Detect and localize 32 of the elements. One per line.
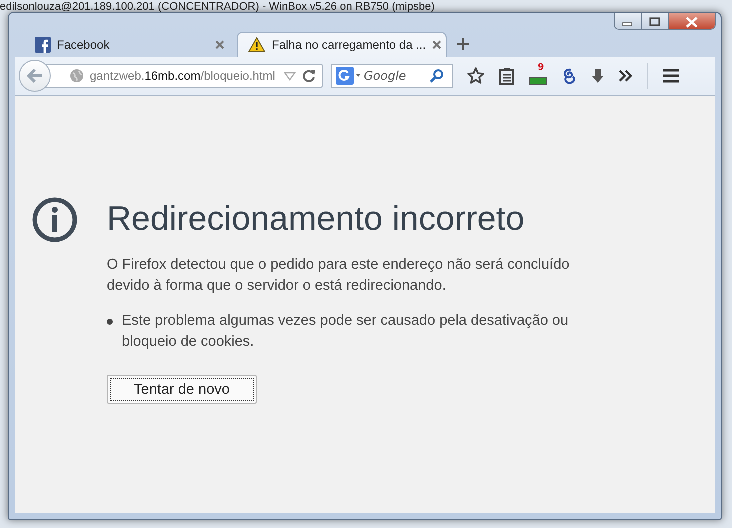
search-engine-icon[interactable] (336, 67, 362, 85)
maximize-icon (649, 17, 661, 27)
error-title: Redirecionamento incorreto (107, 199, 526, 239)
search-bar[interactable]: Google (331, 64, 453, 88)
close-button[interactable] (669, 13, 715, 29)
globe-icon (70, 69, 84, 83)
reload-icon[interactable] (302, 69, 316, 83)
info-icon (32, 197, 78, 243)
minimize-button[interactable] (615, 13, 642, 29)
clipboard-list-icon[interactable] (499, 67, 515, 85)
bookmark-star-icon[interactable] (467, 67, 485, 85)
new-tab-icon[interactable] (457, 38, 469, 50)
background-window-title: edilsonlouza@201.189.100.201 (CONCENTRADOR) - WinBox v5.26 on RB750 (mipsbe) (0, 0, 435, 15)
error-description: O Firefox detectou que o pedido para este endereço não será concluído devido à forma que o servidor o está redirecionando. (107, 256, 571, 296)
addon-count: 9 (538, 63, 544, 73)
close-tab-icon[interactable] (215, 40, 225, 50)
download-icon[interactable] (591, 68, 605, 84)
error-hint: Este problema algumas vezes pode ser causado pela desativação ou bloqueio de cookies. (122, 312, 570, 352)
browser-tab[interactable]: Facebook (25, 32, 235, 57)
swirl-icon[interactable] (561, 67, 577, 85)
menu-icon[interactable] (662, 68, 680, 84)
close-icon (685, 16, 699, 28)
facebook-icon (35, 36, 51, 52)
browser-tab[interactable]: Falha no carregamento da ... (237, 32, 447, 57)
maximize-button[interactable] (642, 13, 669, 29)
warning-icon (248, 37, 266, 53)
close-tab-icon[interactable] (432, 40, 442, 50)
search-icon[interactable] (430, 69, 444, 83)
search-field[interactable]: Google (364, 69, 428, 83)
double-chevron-icon[interactable] (619, 70, 633, 82)
retry-button[interactable]: Tentar de novo (107, 375, 257, 404)
back-arrow-icon (27, 69, 43, 83)
